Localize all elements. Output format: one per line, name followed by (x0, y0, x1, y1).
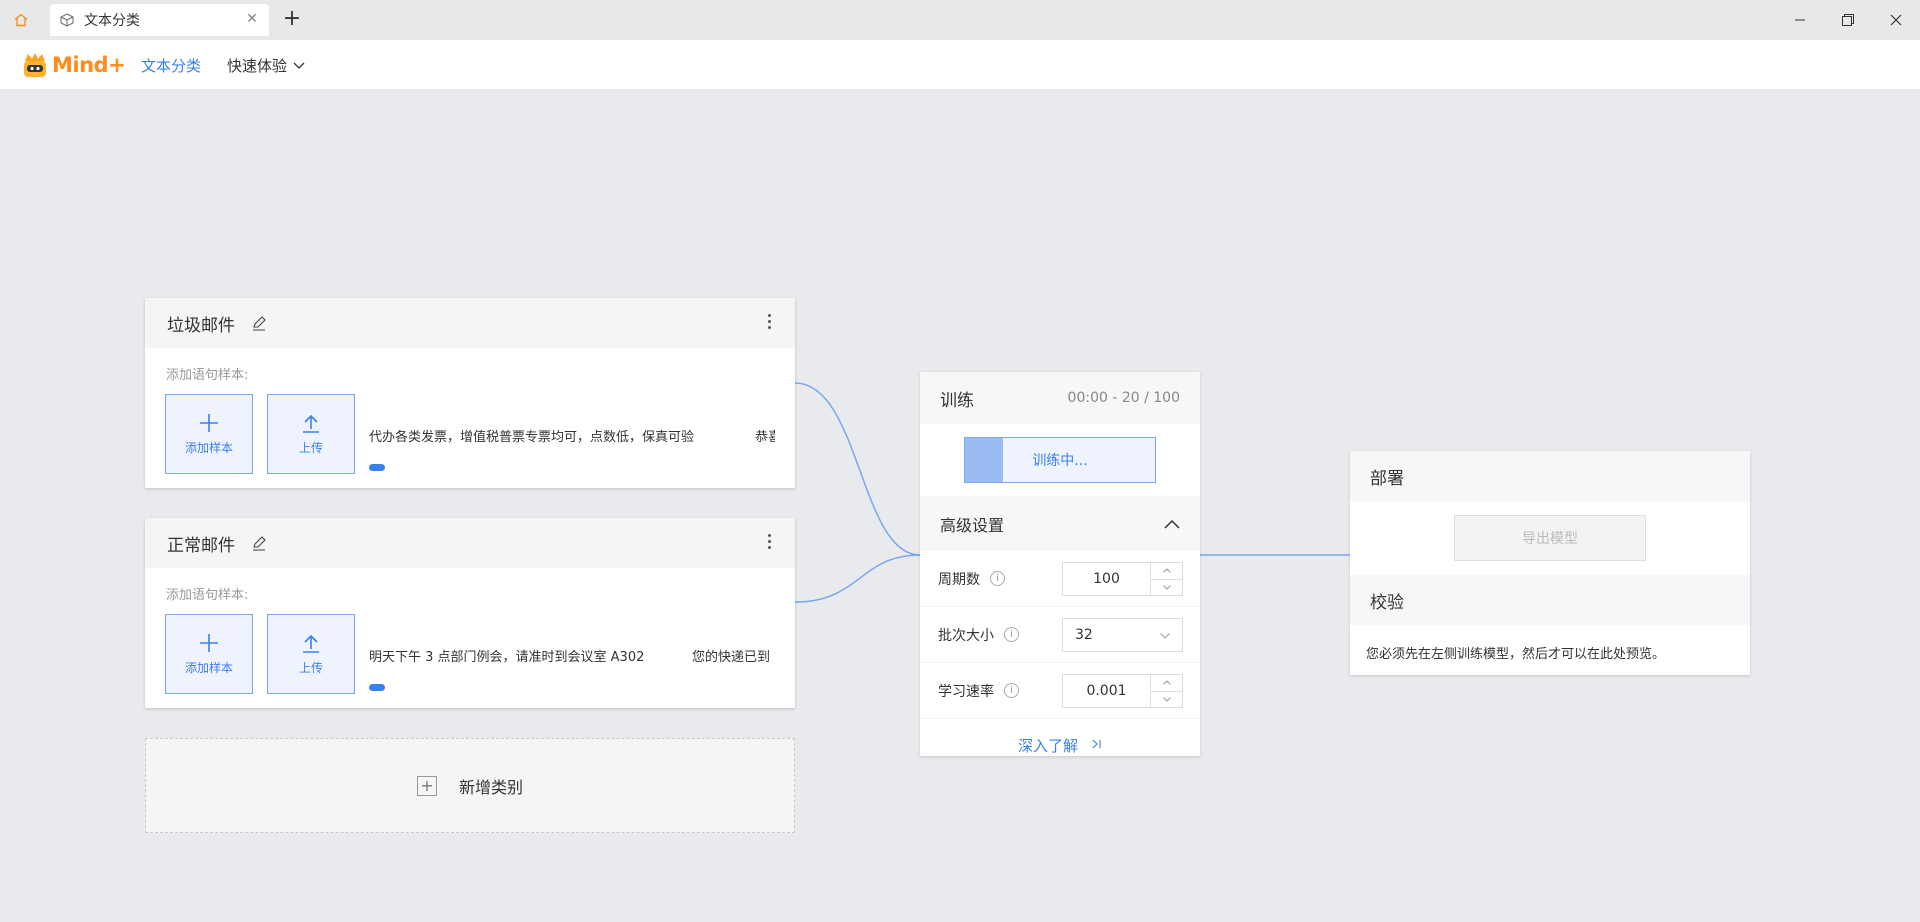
scrollbar-thumb[interactable] (369, 464, 385, 471)
train-progress-bar (965, 438, 1003, 482)
upload-button[interactable]: 上传 (267, 614, 355, 694)
train-button-wrap: 训练中... (920, 424, 1200, 496)
advanced-settings-title: 高级设置 (940, 515, 1005, 535)
param-epochs: 周期数 i 100 (920, 551, 1200, 607)
sample-list: 代办各类发票，增值税普票专票均可，点数低，保真可验 恭喜 (369, 418, 775, 448)
restore-icon[interactable] (1836, 8, 1860, 32)
train-header: 训练 00:00 - 20 / 100 (920, 372, 1200, 424)
more-options-icon[interactable] (768, 314, 771, 329)
batch-size-value: 32 (1075, 627, 1093, 643)
batch-size-select[interactable]: 32 (1062, 618, 1183, 652)
sample-label: 添加语句样本: (166, 588, 249, 603)
deploy-panel: 部署 导出模型 校验 您必须先在左侧训练模型，然后才可以在此处预览。 (1350, 451, 1750, 675)
param-label: 周期数 (938, 571, 980, 588)
plus-icon: + (416, 775, 437, 796)
add-sample-button[interactable]: 添加样本 (165, 394, 253, 474)
chevron-down-icon (293, 62, 305, 70)
sample-item[interactable]: 恭喜 (755, 426, 775, 445)
advanced-settings-toggle[interactable]: 高级设置 (920, 496, 1200, 551)
sample-item[interactable]: 代办各类发票，增值税普票专票均可，点数低，保真可验 (369, 426, 694, 445)
param-label: 批次大小 (938, 627, 994, 644)
tab-label: 文本分类 (84, 13, 140, 29)
home-icon[interactable] (10, 9, 32, 31)
sample-item[interactable]: 明天下午 3 点部门例会，请准时到会议室 A302 (369, 646, 644, 665)
upload-label: 上传 (298, 440, 323, 455)
quick-experience-menu[interactable]: 快速体验 (227, 55, 305, 76)
param-learning-rate: 学习速率 i 0.001 (920, 663, 1200, 719)
train-button-label: 训练中... (1032, 453, 1088, 469)
logo-text: Mind+ (52, 53, 126, 77)
class-card-spam: 垃圾邮件 添加语句样本: 添加样本 上传 代办各类发票，增值税普票专票均可，点数… (145, 298, 795, 488)
train-title: 训练 (940, 390, 974, 411)
add-sample-button[interactable]: 添加样本 (165, 614, 253, 694)
edit-icon[interactable] (251, 535, 267, 551)
learning-rate-value[interactable]: 0.001 (1063, 675, 1150, 707)
cube-icon (60, 12, 76, 28)
info-icon[interactable]: i (990, 571, 1005, 586)
add-class-button[interactable]: + 新增类别 (145, 738, 795, 833)
train-button[interactable]: 训练中... (964, 437, 1156, 483)
train-panel: 训练 00:00 - 20 / 100 训练中... 高级设置 周期数 i 10… (920, 372, 1200, 756)
new-tab-button[interactable]: + (280, 8, 304, 32)
plus-icon (200, 633, 218, 652)
edit-icon[interactable] (251, 315, 267, 331)
info-icon[interactable]: i (1004, 683, 1019, 698)
increment-icon[interactable] (1151, 675, 1182, 692)
increment-icon[interactable] (1151, 563, 1182, 580)
epochs-value[interactable]: 100 (1063, 563, 1150, 595)
more-options-icon[interactable] (768, 534, 771, 549)
add-class-label: 新增类别 (458, 777, 523, 797)
learn-more-label: 深入了解 (1017, 736, 1078, 755)
stepper (1150, 675, 1182, 707)
verify-title: 校验 (1350, 575, 1750, 625)
class-title: 正常邮件 (167, 535, 235, 556)
mascot-icon (24, 53, 46, 77)
arrow-right-icon (1092, 738, 1102, 752)
decrement-icon[interactable] (1151, 692, 1182, 708)
export-wrap: 导出模型 (1350, 501, 1750, 575)
tab-text-classification[interactable]: 文本分类 ✕ (50, 4, 269, 36)
window-close-icon[interactable] (1884, 8, 1908, 32)
upload-icon (303, 634, 319, 653)
deploy-title: 部署 (1350, 451, 1750, 501)
sample-label: 添加语句样本: (166, 368, 249, 383)
add-sample-label: 添加样本 (184, 440, 233, 455)
param-batch-size: 批次大小 i 32 (920, 607, 1200, 663)
add-sample-label: 添加样本 (184, 660, 233, 675)
export-model-button[interactable]: 导出模型 (1454, 515, 1646, 561)
card-header: 正常邮件 (145, 518, 795, 568)
close-icon[interactable]: ✕ (245, 12, 259, 26)
decrement-icon[interactable] (1151, 580, 1182, 596)
app-bar: Mind+ 文本分类 快速体验 (0, 40, 1920, 90)
plus-icon (200, 413, 218, 432)
param-label: 学习速率 (938, 683, 994, 700)
class-title: 垃圾邮件 (167, 315, 235, 336)
upload-icon (303, 414, 319, 433)
learn-more-link[interactable]: 深入了解 (920, 719, 1200, 771)
sample-list: 明天下午 3 点部门例会，请准时到会议室 A302 您的快递已到 (369, 638, 775, 668)
nav-text-classification[interactable]: 文本分类 (141, 55, 201, 76)
minimize-icon[interactable] (1788, 8, 1812, 32)
sample-item[interactable]: 您的快递已到 (692, 646, 770, 665)
train-timer: 00:00 - 20 / 100 (1067, 390, 1180, 406)
chevron-down-icon (1160, 627, 1170, 643)
upload-button[interactable]: 上传 (267, 394, 355, 474)
epochs-input[interactable]: 100 (1062, 562, 1183, 596)
learning-rate-input[interactable]: 0.001 (1062, 674, 1183, 708)
stepper (1150, 563, 1182, 595)
upload-label: 上传 (298, 660, 323, 675)
info-icon[interactable]: i (1004, 627, 1019, 642)
class-card-normal: 正常邮件 添加语句样本: 添加样本 上传 明天下午 3 点部门例会，请准时到会议… (145, 518, 795, 708)
scrollbar-thumb[interactable] (369, 684, 385, 691)
title-bar: 文本分类 ✕ + (0, 0, 1920, 40)
verify-message: 您必须先在左侧训练模型，然后才可以在此处预览。 (1366, 647, 1666, 662)
quick-experience-label: 快速体验 (227, 57, 288, 75)
chevron-up-icon (1164, 514, 1180, 533)
card-header: 垃圾邮件 (145, 298, 795, 348)
logo: Mind+ (22, 50, 126, 80)
